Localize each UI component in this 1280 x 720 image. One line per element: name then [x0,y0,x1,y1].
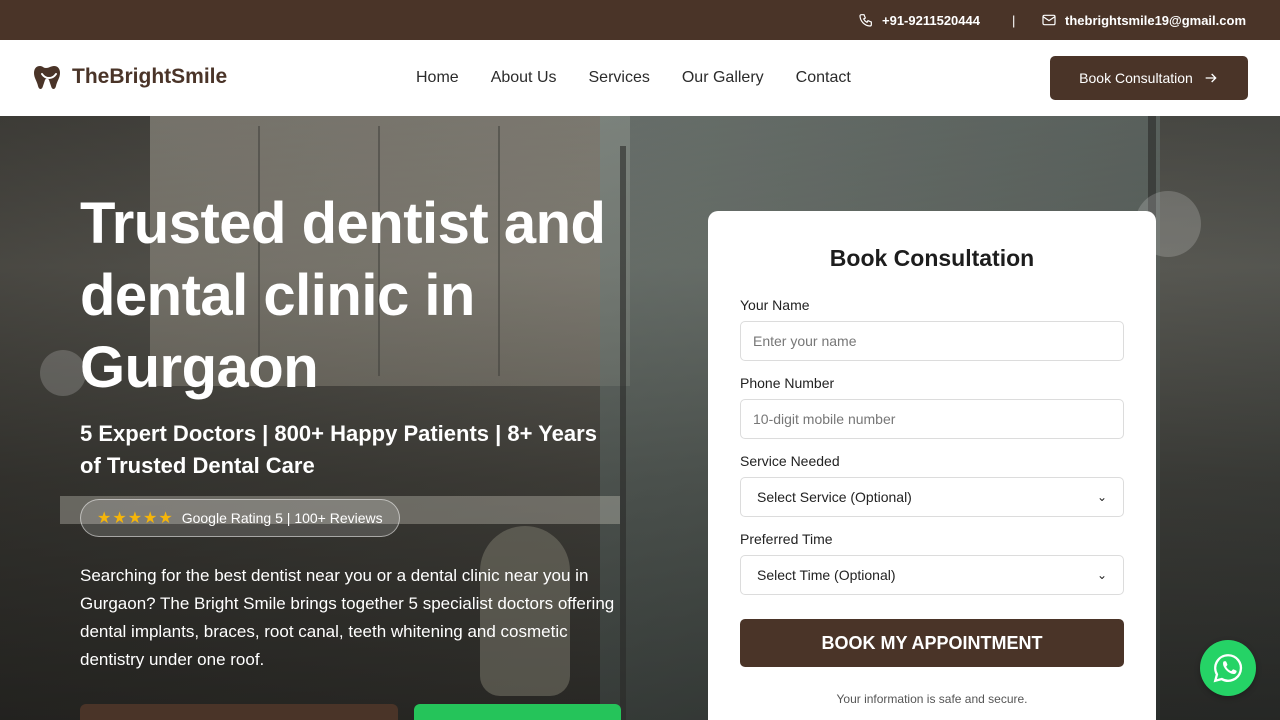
nav-link-contact[interactable]: Contact [796,69,851,87]
hero-subtitle: 5 Expert Doctors | 800+ Happy Patients |… [80,421,597,478]
navbar: TheBrightSmile Home About Us Services Ou… [0,40,1280,116]
name-label: Your Name [740,297,810,313]
topbar-separator: | [1012,12,1016,28]
book-consultation-button[interactable]: Book Consultation [1050,56,1248,100]
time-select-value: Select Time (Optional) [757,567,896,583]
service-select[interactable]: Select Service (Optional) ⌄ [740,477,1124,517]
topbar-email[interactable]: thebrightsmile19@gmail.com [1041,0,1246,40]
mail-icon [1042,14,1056,26]
form-title: Book Consultation [829,245,1035,271]
name-input[interactable]: Enter your name [740,321,1124,361]
nav-link-home[interactable]: Home [416,69,459,87]
top-bar: +91-9211520444 | thebrightsmile19@gmail.… [0,0,1280,40]
time-label: Preferred Time [740,531,833,547]
hero-description: Searching for the best dentist near you … [80,566,615,669]
booking-form-card: Book Consultation Your Name Enter your n… [708,211,1156,720]
rating-text: Google Rating 5 | 100+ Reviews [181,510,383,526]
hero-title: Trusted dentist and dental clinic in Gur… [80,191,606,400]
nav-link-services[interactable]: Services [589,69,650,87]
brand-name: TheBrightSmile [72,65,228,88]
phone-icon [859,14,872,27]
google-rating-badge: ★★★★★ Google Rating 5 | 100+ Reviews [80,499,400,537]
topbar-phone[interactable]: +91-9211520444 [858,0,980,40]
chevron-down-icon: ⌄ [1096,490,1107,504]
phone-label: Phone Number [740,375,835,391]
hero-whatsapp-button[interactable] [414,704,621,720]
time-select[interactable]: Select Time (Optional) ⌄ [740,555,1124,595]
topbar-phone-text: +91-9211520444 [882,12,980,28]
chevron-down-icon: ⌄ [1096,568,1107,582]
brand-logo[interactable]: TheBrightSmile [32,62,227,92]
star-rating-icon: ★★★★★ [97,510,174,527]
secure-note: Your information is safe and secure. [836,692,1028,706]
nav-menu: Home About Us Services Our Gallery Conta… [400,40,867,116]
service-select-value: Select Service (Optional) [757,489,912,505]
hero-primary-button[interactable] [80,704,398,720]
topbar-email-text: thebrightsmile19@gmail.com [1065,12,1246,28]
nav-link-about[interactable]: About Us [491,69,557,87]
nav-link-gallery[interactable]: Our Gallery [682,69,764,87]
tooth-logo-icon [34,66,60,89]
whatsapp-icon [1213,654,1243,683]
whatsapp-button[interactable] [1200,640,1256,696]
service-label: Service Needed [740,453,840,469]
arrow-right-icon [1205,73,1217,83]
book-consultation-label: Book Consultation [1079,70,1193,86]
book-appointment-button[interactable]: BOOK MY APPOINTMENT [740,619,1124,667]
phone-input[interactable]: 10-digit mobile number [740,399,1124,439]
